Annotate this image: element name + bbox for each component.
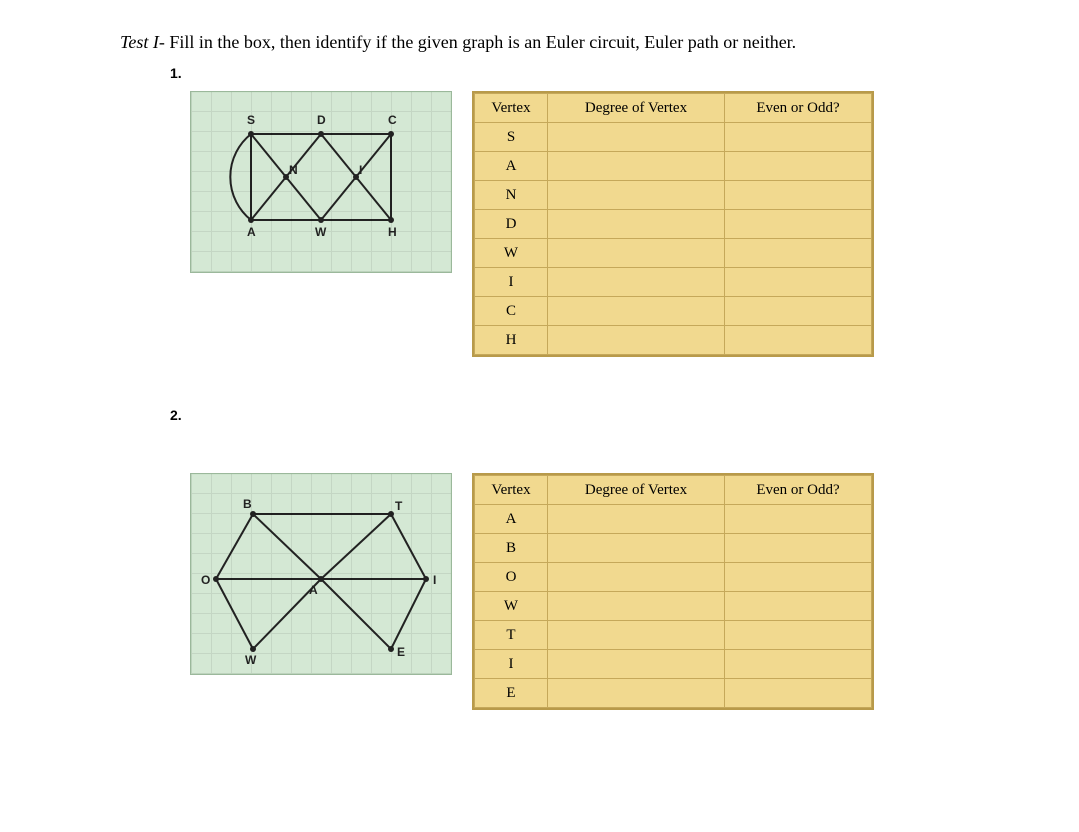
question-number-1: 1. [170, 65, 959, 81]
cell-evenodd[interactable] [725, 297, 872, 326]
table-row: O [475, 563, 872, 592]
vertex-table-2-wrap: Vertex Degree of Vertex Even or Odd? A B… [472, 473, 874, 710]
cell-evenodd[interactable] [725, 563, 872, 592]
cell-degree[interactable] [548, 210, 725, 239]
table-row: W [475, 239, 872, 268]
cell-degree[interactable] [548, 239, 725, 268]
cell-degree[interactable] [548, 679, 725, 708]
cell-vertex: B [475, 534, 548, 563]
cell-degree[interactable] [548, 621, 725, 650]
vertex-label-I: I [359, 163, 362, 177]
cell-degree[interactable] [548, 650, 725, 679]
header-evenodd: Even or Odd? [725, 476, 872, 505]
table-row: E [475, 679, 872, 708]
cell-evenodd[interactable] [725, 123, 872, 152]
cell-vertex: N [475, 181, 548, 210]
question-1-block: S D C A W H N I Vertex Degree of Vertex … [190, 91, 959, 357]
cell-evenodd[interactable] [725, 239, 872, 268]
vertex-label-H: H [388, 225, 397, 239]
header-vertex: Vertex [475, 476, 548, 505]
cell-evenodd[interactable] [725, 210, 872, 239]
vertex-label-C: C [388, 113, 397, 127]
instructions-text: Fill in the box, then identify if the gi… [165, 32, 796, 52]
vertex-table-2: Vertex Degree of Vertex Even or Odd? A B… [474, 475, 872, 708]
test-label: Test I- [120, 32, 165, 52]
header-degree: Degree of Vertex [548, 476, 725, 505]
vertex-label-S: S [247, 113, 255, 127]
vertex-table-1: Vertex Degree of Vertex Even or Odd? S A… [474, 93, 872, 355]
graph-1: S D C A W H N I [190, 91, 452, 273]
cell-degree[interactable] [548, 505, 725, 534]
cell-evenodd[interactable] [725, 679, 872, 708]
table-row: N [475, 181, 872, 210]
cell-degree[interactable] [548, 181, 725, 210]
cell-evenodd[interactable] [725, 268, 872, 297]
cell-degree[interactable] [548, 563, 725, 592]
cell-evenodd[interactable] [725, 326, 872, 355]
table-row: D [475, 210, 872, 239]
cell-vertex: A [475, 152, 548, 181]
cell-degree[interactable] [548, 592, 725, 621]
cell-vertex: E [475, 679, 548, 708]
cell-degree[interactable] [548, 534, 725, 563]
vertex-label-I: I [433, 573, 436, 587]
table-row: T [475, 621, 872, 650]
cell-vertex: T [475, 621, 548, 650]
cell-vertex: S [475, 123, 548, 152]
cell-vertex: O [475, 563, 548, 592]
table-row: C [475, 297, 872, 326]
table-row: H [475, 326, 872, 355]
graph-1-svg: S D C A W H N I [191, 92, 451, 272]
vertex-label-D: D [317, 113, 326, 127]
cell-evenodd[interactable] [725, 505, 872, 534]
vertex-label-W2: W [245, 653, 257, 667]
vertex-label-O: O [201, 573, 210, 587]
cell-vertex: D [475, 210, 548, 239]
graph-2: B T O I A W E [190, 473, 452, 675]
table-row: W [475, 592, 872, 621]
cell-degree[interactable] [548, 326, 725, 355]
vertex-label-B: B [243, 497, 252, 511]
vertex-label-T: T [395, 499, 403, 513]
cell-vertex: C [475, 297, 548, 326]
cell-evenodd[interactable] [725, 621, 872, 650]
table-row: I [475, 650, 872, 679]
cell-degree[interactable] [548, 268, 725, 297]
vertex-table-1-wrap: Vertex Degree of Vertex Even or Odd? S A… [472, 91, 874, 357]
question-number-2: 2. [170, 407, 959, 423]
cell-vertex: H [475, 326, 548, 355]
cell-evenodd[interactable] [725, 592, 872, 621]
header-evenodd: Even or Odd? [725, 94, 872, 123]
cell-degree[interactable] [548, 123, 725, 152]
cell-vertex: W [475, 239, 548, 268]
cell-degree[interactable] [548, 297, 725, 326]
cell-evenodd[interactable] [725, 650, 872, 679]
cell-degree[interactable] [548, 152, 725, 181]
vertex-label-A: A [247, 225, 256, 239]
graph-2-svg: B T O I A W E [191, 474, 451, 674]
cell-evenodd[interactable] [725, 534, 872, 563]
table-row: B [475, 534, 872, 563]
table-row: S [475, 123, 872, 152]
cell-vertex: A [475, 505, 548, 534]
cell-vertex: W [475, 592, 548, 621]
cell-evenodd[interactable] [725, 181, 872, 210]
table-row: A [475, 152, 872, 181]
cell-evenodd[interactable] [725, 152, 872, 181]
table-row: A [475, 505, 872, 534]
header-degree: Degree of Vertex [548, 94, 725, 123]
instructions: Test I- Fill in the box, then identify i… [120, 30, 959, 55]
vertex-label-W: W [315, 225, 327, 239]
cell-vertex: I [475, 268, 548, 297]
vertex-label-A: A [309, 583, 318, 597]
question-2-block: B T O I A W E Vertex Degree of Vertex Ev… [190, 473, 959, 710]
table-header-row: Vertex Degree of Vertex Even or Odd? [475, 476, 872, 505]
header-vertex: Vertex [475, 94, 548, 123]
table-header-row: Vertex Degree of Vertex Even or Odd? [475, 94, 872, 123]
vertex-label-N: N [289, 163, 298, 177]
table-row: I [475, 268, 872, 297]
cell-vertex: I [475, 650, 548, 679]
vertex-label-E: E [397, 645, 405, 659]
